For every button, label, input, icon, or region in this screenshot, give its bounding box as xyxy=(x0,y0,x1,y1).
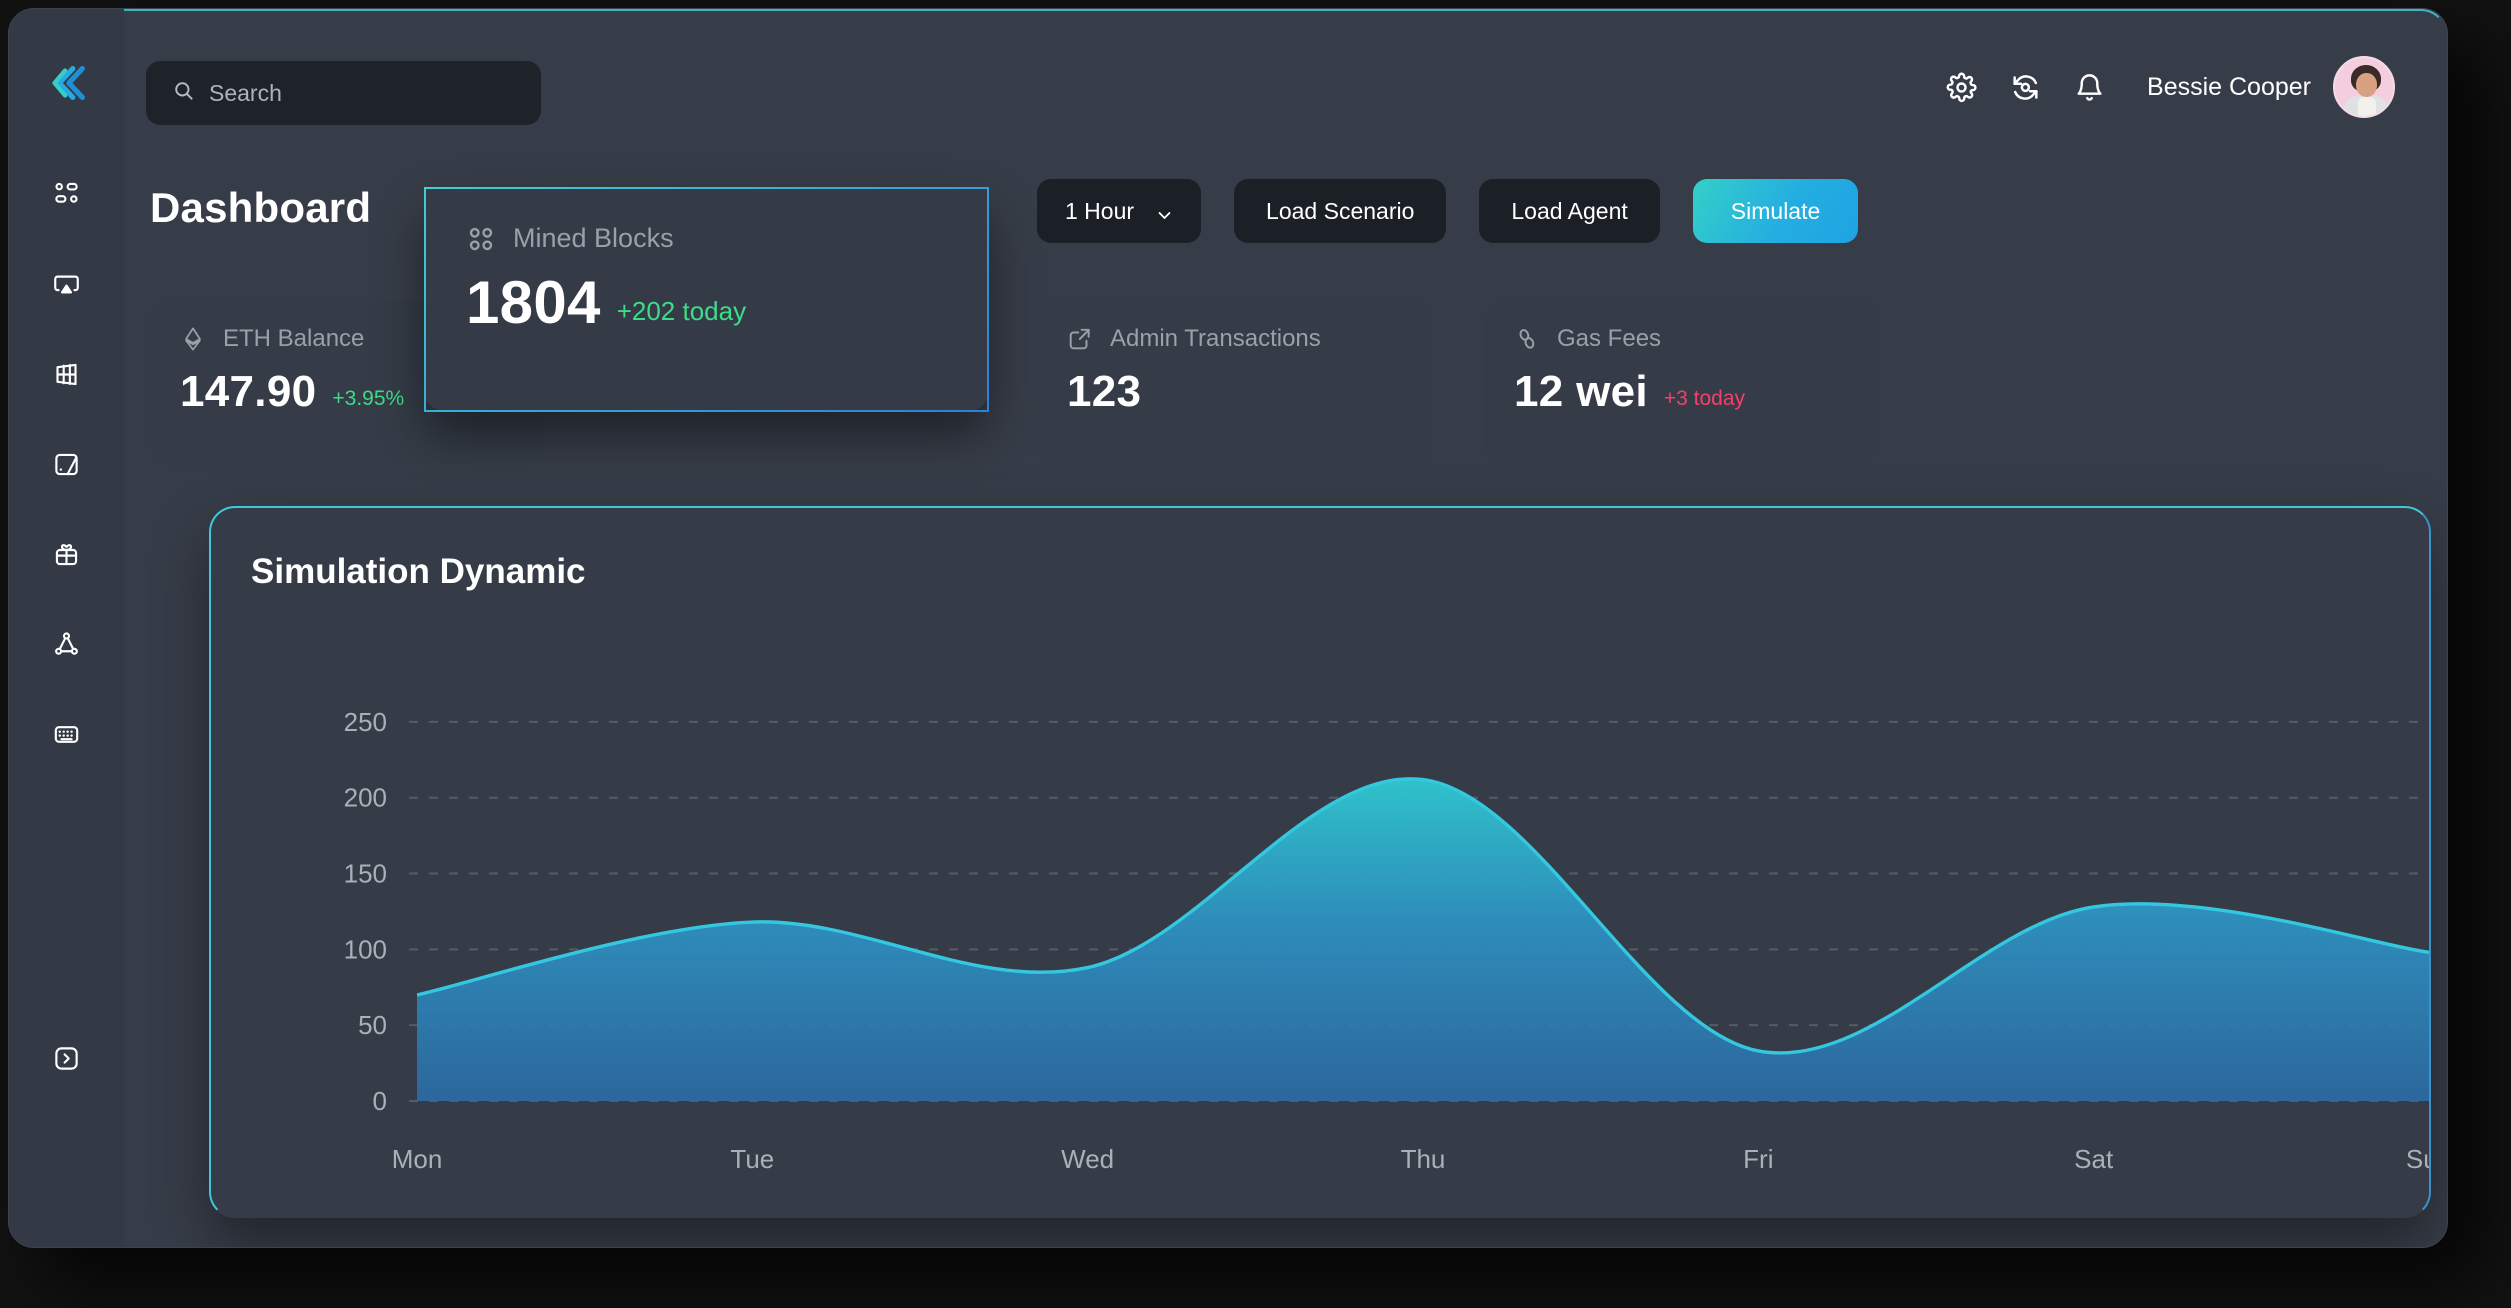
app-window: Search Bessie Cooper Dashboard 1 Hour Lo… xyxy=(8,8,2448,1248)
bell-icon xyxy=(2074,72,2105,103)
load-scenario-button[interactable]: Load Scenario xyxy=(1234,179,1447,243)
x-axis-labels: Mon Tue Wed Thu Fri Sat Sun xyxy=(392,1144,2429,1174)
x-axis-tick: Mon xyxy=(392,1144,443,1174)
stat-label: ETH Balance xyxy=(223,325,365,352)
simulate-button[interactable]: Simulate xyxy=(1692,179,1859,243)
time-range-select[interactable]: 1 Hour xyxy=(1037,179,1202,243)
notifications-button[interactable] xyxy=(2057,55,2121,119)
topbar: Search Bessie Cooper xyxy=(124,9,2447,149)
chart-card: Simulation Dynamic 0 50 100 150 200 250 Mon Tu… xyxy=(209,506,2431,1218)
brand-logo-icon[interactable] xyxy=(41,57,93,109)
stat-body: 123 xyxy=(1067,367,1402,417)
stat-label: Mined Blocks xyxy=(513,223,674,253)
sidebar-item-monitor[interactable] xyxy=(38,255,96,313)
y-axis-tick: 50 xyxy=(358,1010,387,1040)
stat-header: Admin Transactions xyxy=(1067,325,1402,353)
x-axis-tick: Thu xyxy=(1401,1144,1446,1174)
stat-card-mined-blocks[interactable]: Mined Blocks 1804 +202 today xyxy=(424,187,989,412)
search-input[interactable]: Search xyxy=(146,61,541,125)
load-agent-button[interactable]: Load Agent xyxy=(1479,179,1660,243)
stat-value: 12 wei xyxy=(1514,367,1648,416)
chart-svg: 0 50 100 150 200 250 Mon Tue Wed Thu Fri Sat Sun xyxy=(344,707,2429,1174)
sidebar-item-network[interactable] xyxy=(38,615,96,673)
y-axis-tick: 200 xyxy=(344,783,387,813)
sidebar-nav xyxy=(38,165,96,763)
chart-area-series xyxy=(417,777,2429,1101)
x-axis-tick: Tue xyxy=(730,1144,774,1174)
external-link-icon xyxy=(1067,326,1093,352)
stat-delta: +3.95% xyxy=(332,387,405,410)
stat-header: Mined Blocks xyxy=(466,223,947,254)
airplay-monitor-icon xyxy=(53,271,80,298)
stat-card-gas-fees[interactable]: Gas Fees 12 wei +3 today xyxy=(1484,299,1879,465)
sidebar-collapse-toggle[interactable] xyxy=(38,1029,96,1087)
stat-delta: +202 today xyxy=(616,296,747,326)
topbar-actions: Bessie Cooper xyxy=(1929,55,2395,119)
dashboard-grid-icon xyxy=(53,181,80,208)
stat-value: 147.90 xyxy=(180,367,317,416)
sidebar-item-dashboard[interactable] xyxy=(38,165,96,223)
x-axis-tick: Sat xyxy=(2074,1144,2114,1174)
sidebar-bottom xyxy=(9,1029,124,1087)
stat-delta: +3 today xyxy=(1663,387,1746,410)
sidebar xyxy=(9,9,124,1247)
search-icon xyxy=(172,79,195,107)
y-axis-labels: 0 50 100 150 200 250 xyxy=(344,707,387,1116)
stat-card-admin-transactions[interactable]: Admin Transactions 123 xyxy=(1037,299,1432,465)
gas-drop-icon xyxy=(1514,326,1540,352)
x-axis-tick: Sun xyxy=(2406,1144,2429,1174)
sidebar-item-table[interactable] xyxy=(38,345,96,403)
y-axis-tick: 250 xyxy=(344,707,387,737)
chevron-right-box-icon xyxy=(53,1045,80,1072)
x-axis-tick: Fri xyxy=(1743,1144,1773,1174)
time-range-label: 1 Hour xyxy=(1065,197,1135,224)
avatar[interactable] xyxy=(2333,56,2395,118)
sidebar-item-rewards[interactable] xyxy=(38,525,96,583)
blocks-grid-icon xyxy=(466,224,496,254)
keyboard-icon xyxy=(53,721,80,748)
network-nodes-icon xyxy=(53,631,80,658)
stat-label: Admin Transactions xyxy=(1110,325,1321,352)
toolbar: 1 Hour Load Scenario Load Agent Simulate xyxy=(1037,179,1859,243)
stat-body: 1804 +202 today xyxy=(466,268,947,337)
stat-header: Gas Fees xyxy=(1514,325,1849,353)
gift-box-icon xyxy=(53,541,80,568)
stat-body: 12 wei +3 today xyxy=(1514,367,1849,417)
search-placeholder: Search xyxy=(209,79,282,106)
ethereum-icon xyxy=(180,326,206,352)
history-refresh-icon xyxy=(2010,72,2041,103)
gear-icon xyxy=(1946,72,1977,103)
y-axis-tick: 150 xyxy=(344,859,387,889)
stat-value: 123 xyxy=(1067,367,1142,416)
stat-value: 1804 xyxy=(466,269,601,336)
sidebar-item-keyboard[interactable] xyxy=(38,705,96,763)
y-axis-tick: 100 xyxy=(344,934,387,964)
refresh-history-button[interactable] xyxy=(1993,55,2057,119)
settings-button[interactable] xyxy=(1929,55,1993,119)
stat-label: Gas Fees xyxy=(1557,325,1662,352)
sidebar-item-reports[interactable] xyxy=(38,435,96,493)
y-axis-tick: 0 xyxy=(373,1086,387,1116)
page-title: Dashboard xyxy=(150,184,372,231)
x-axis-tick: Wed xyxy=(1061,1144,1114,1174)
grid-table-icon xyxy=(53,361,80,388)
file-chart-icon xyxy=(53,451,80,478)
simulation-dynamic-area-chart[interactable]: 0 50 100 150 200 250 Mon Tue Wed Thu Fri Sat Sun xyxy=(211,508,2429,1216)
chevron-down-icon xyxy=(1156,203,1173,220)
user-name: Bessie Cooper xyxy=(2147,72,2311,101)
app-root: Search Bessie Cooper Dashboard 1 Hour Lo… xyxy=(0,0,2511,1308)
